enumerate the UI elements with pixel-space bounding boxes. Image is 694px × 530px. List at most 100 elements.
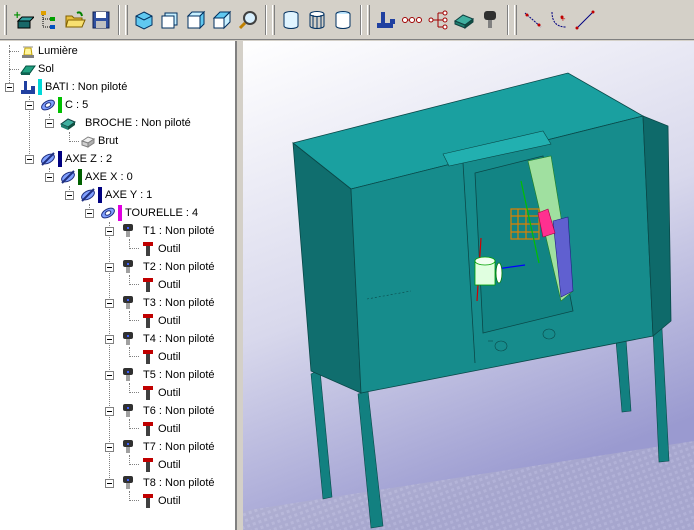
collapse-toggle[interactable] — [105, 335, 114, 344]
tree-item-label: BROCHE : Non piloté — [85, 117, 191, 129]
tree-connector — [129, 284, 139, 285]
collapse-toggle[interactable] — [105, 371, 114, 380]
cylinder-wire-button[interactable] — [304, 6, 330, 34]
collapse-toggle[interactable] — [25, 101, 34, 110]
cube-view-top-icon — [186, 10, 206, 29]
axis-machine-button[interactable] — [373, 6, 399, 34]
tree-item-outil[interactable]: Outil — [140, 492, 181, 510]
open-folder-icon — [65, 10, 86, 27]
cutting-tool-icon — [140, 493, 156, 509]
collapse-toggle[interactable] — [65, 191, 74, 200]
tree-item-brut[interactable]: Brut — [80, 132, 118, 150]
tool-holder-icon — [120, 403, 136, 419]
stock-part-icon — [80, 133, 96, 149]
chain-link-icon — [402, 16, 422, 23]
tree-item-tool[interactable]: T7 : Non piloté — [120, 438, 215, 456]
tree-item-outil[interactable]: Outil — [140, 240, 181, 258]
zoom-button[interactable] — [235, 6, 261, 34]
measure-line-button[interactable] — [572, 6, 598, 34]
cutting-tool-icon — [140, 349, 156, 365]
tree-item-outil[interactable]: Outil — [140, 348, 181, 366]
tree-item-axe-z[interactable]: AXE Z : 2 — [40, 150, 112, 168]
tree-item-label: AXE Z : 2 — [65, 153, 113, 165]
view-front-button[interactable] — [157, 6, 183, 34]
tree-item-tool[interactable]: T8 : Non piloté — [120, 474, 215, 492]
tree-item-tourelle[interactable]: TOURELLE : 4 — [100, 204, 198, 222]
tree-item-outil[interactable]: Outil — [140, 276, 181, 294]
ground-plane-icon — [20, 61, 36, 77]
tree-item-sol[interactable]: Sol — [20, 60, 54, 78]
toolbar-grip[interactable] — [4, 4, 7, 35]
tree-item-tool[interactable]: T5 : Non piloté — [120, 366, 215, 384]
collapse-toggle[interactable] — [45, 119, 54, 128]
tree-item-outil[interactable]: Outil — [140, 312, 181, 330]
tree-item-label: T3 : Non piloté — [143, 297, 215, 309]
collapse-toggle[interactable] — [105, 299, 114, 308]
stock-block-button[interactable] — [451, 6, 477, 34]
tree-item-outil[interactable]: Outil — [140, 456, 181, 474]
trajectory-curve-button[interactable]: + — [546, 6, 572, 34]
tool-holder-icon — [120, 295, 136, 311]
tree-structure-button[interactable] — [36, 6, 62, 34]
save-button[interactable] — [88, 6, 114, 34]
tree-item-tool[interactable]: T3 : Non piloté — [120, 294, 215, 312]
tree-item-tool[interactable]: T6 : Non piloté — [120, 402, 215, 420]
tree-item-broche[interactable]: BROCHE : Non piloté — [60, 114, 191, 132]
tree-item-tool[interactable]: T4 : Non piloté — [120, 330, 215, 348]
view-iso-button[interactable] — [131, 6, 157, 34]
view-top-button[interactable] — [209, 6, 235, 34]
zoom-magnifier-icon — [238, 10, 257, 29]
collapse-toggle[interactable] — [25, 155, 34, 164]
tree-item-lumiere[interactable]: Lumière — [20, 42, 78, 60]
view-side-button[interactable] — [183, 6, 209, 34]
cylinder-shaded-button[interactable] — [330, 6, 356, 34]
tree-item-bati[interactable]: BATI : Non piloté — [20, 78, 127, 96]
toolbar-grip[interactable] — [272, 4, 275, 35]
scene-tree[interactable]: Lumière Sol BATI : Non piloté C : 5 BROC… — [0, 41, 237, 530]
tree-item-outil[interactable]: Outil — [140, 420, 181, 438]
collapse-toggle[interactable] — [5, 83, 14, 92]
tree-connector — [129, 275, 130, 285]
tree-connector — [129, 464, 139, 465]
tree-connector — [129, 383, 130, 393]
tree-item-tool[interactable]: T2 : Non piloté — [120, 258, 215, 276]
new-part-icon: + — [13, 10, 34, 28]
collapse-toggle[interactable] — [105, 263, 114, 272]
collapse-toggle[interactable] — [105, 227, 114, 236]
collapse-toggle[interactable] — [105, 407, 114, 416]
toolbar-grip[interactable] — [125, 4, 128, 35]
collapse-toggle[interactable] — [45, 173, 54, 182]
cylinder-solid-button[interactable] — [278, 6, 304, 34]
tree-connector — [129, 392, 139, 393]
tree-item-outil[interactable]: Outil — [140, 384, 181, 402]
new-part-button[interactable]: + — [10, 6, 36, 34]
chain-link-button[interactable] — [399, 6, 425, 34]
3d-viewport[interactable] — [243, 41, 694, 530]
collapse-toggle[interactable] — [105, 479, 114, 488]
tree-item-axe-y[interactable]: AXE Y : 1 — [80, 186, 152, 204]
open-button[interactable] — [62, 6, 88, 34]
collapse-toggle[interactable] — [85, 209, 94, 218]
tree-item-c[interactable]: C : 5 — [40, 96, 88, 114]
trajectory-points-button[interactable] — [520, 6, 546, 34]
tree-item-label: T2 : Non piloté — [143, 261, 215, 273]
tree-connector — [129, 311, 130, 321]
toolbar-grip[interactable] — [514, 4, 517, 35]
tool-holder-button[interactable] — [477, 6, 503, 34]
cutting-tool-icon — [140, 313, 156, 329]
turret-axis-icon — [100, 205, 116, 221]
joint-tree-button[interactable] — [425, 6, 451, 34]
cube-view-front-icon — [135, 10, 153, 30]
tree-item-axe-x[interactable]: AXE X : 0 — [60, 168, 133, 186]
tree-connector — [129, 419, 130, 429]
tree-item-label: Outil — [158, 351, 181, 363]
tree-item-tool[interactable]: T1 : Non piloté — [120, 222, 215, 240]
tree-item-label: T7 : Non piloté — [143, 441, 215, 453]
tree-connector — [129, 356, 139, 357]
tree-connector — [129, 500, 139, 501]
tree-item-label: Sol — [38, 63, 54, 75]
collapse-toggle[interactable] — [105, 443, 114, 452]
machine-frame-icon — [20, 79, 36, 95]
toolbar-grip[interactable] — [367, 4, 370, 35]
tree-item-label: T1 : Non piloté — [143, 225, 215, 237]
